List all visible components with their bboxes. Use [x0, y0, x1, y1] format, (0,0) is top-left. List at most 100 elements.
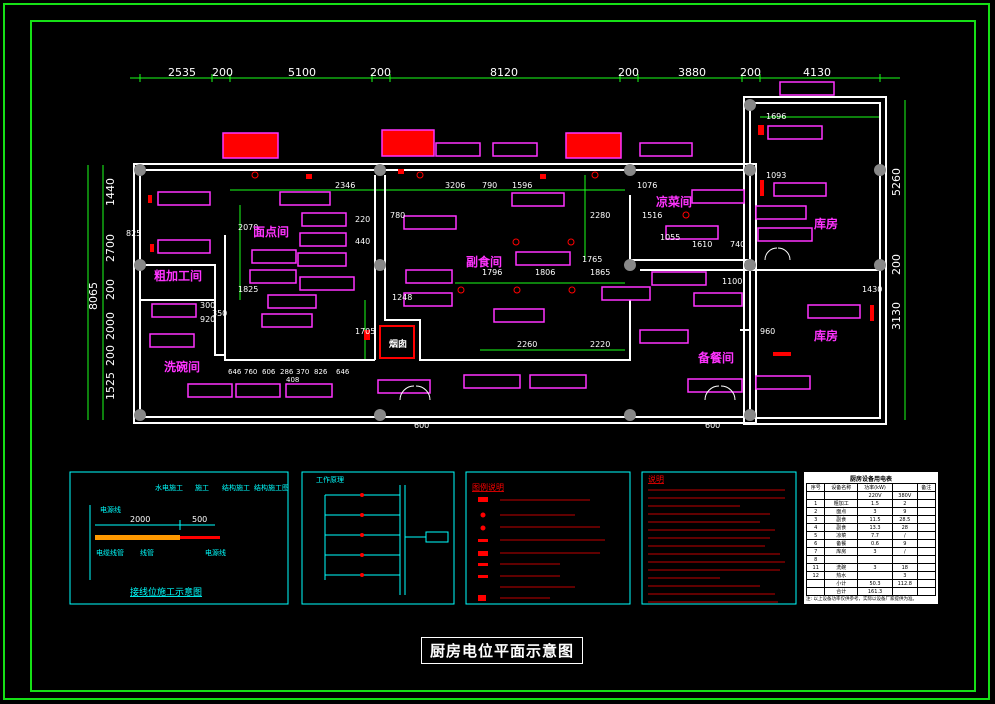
table-cell: 副食: [824, 523, 858, 532]
bottom-dim: 606: [262, 368, 276, 376]
table-subheader-cell: [806, 491, 826, 500]
table-cell: 2: [806, 507, 826, 516]
room-cold-dishes: 凉菜间: [656, 194, 692, 209]
table-cell: 2: [892, 499, 918, 508]
p2-heading: 工作原理: [316, 475, 344, 484]
dim-top-8: 200: [740, 66, 761, 79]
outer-wall-storage-outline: [743, 96, 887, 425]
door-dim-2: 600: [705, 421, 720, 430]
table-cell: 161.3: [856, 587, 894, 596]
bottom-dim: 286: [280, 368, 294, 376]
interior-dim: 220: [355, 215, 370, 224]
table-row: 6 备餐 0.6 9: [806, 539, 936, 548]
table-cell: [916, 531, 936, 540]
table-cell: [856, 555, 894, 564]
table-cell: [916, 539, 936, 548]
interior-dim: 790: [482, 181, 497, 190]
interior-dim: 780: [390, 211, 405, 220]
interior-dim: 1825: [238, 285, 258, 294]
table-cell: [806, 587, 826, 596]
drawing-title: 厨房电位平面示意图: [421, 637, 584, 664]
p1-note-3: 线管: [140, 548, 154, 557]
table-cell: 1.5: [856, 499, 894, 508]
p1-dim-b: 500: [192, 515, 207, 524]
dim-left-2: 2700: [104, 234, 117, 262]
bottom-dim: 826: [314, 368, 328, 376]
table-cell: 7: [806, 547, 826, 556]
table-row: 3 副食 11.5 28.5: [806, 515, 936, 524]
table-cell: [892, 587, 918, 596]
table-subheader-cell: 220V: [856, 491, 894, 500]
table-cell: 面点: [824, 507, 858, 516]
table-subheader-cell: 380V: [892, 491, 918, 500]
table-cell: 3: [856, 547, 894, 556]
interior-dim: 960: [760, 327, 775, 336]
room-serving: 备餐间: [697, 350, 734, 365]
table-row: 8: [806, 555, 936, 564]
table-cell: 副食: [824, 515, 858, 524]
table-subheader-cell: [824, 491, 858, 500]
table-cell: 洗碗: [824, 563, 858, 572]
interior-dim: 1806: [535, 268, 555, 277]
table-cell: 库房: [824, 547, 858, 556]
table-cell: [916, 515, 936, 524]
p1-label-3: 结构施工: [222, 483, 250, 492]
table-header-cell: [892, 483, 918, 492]
interior-dim: 1055: [660, 233, 680, 242]
table-cell: 9: [892, 539, 918, 548]
table-cell: [916, 579, 936, 588]
p4-heading: 说明: [648, 474, 664, 484]
bottom-dim: 760: [244, 368, 257, 376]
interior-dim: 1248: [392, 293, 412, 302]
p1-label-2: 施工: [195, 483, 209, 492]
table-cell: 小计: [824, 579, 858, 588]
dim-right-3: 3130: [890, 302, 903, 330]
p1-note-2: 电缆线管: [96, 548, 124, 557]
room-main-kitchen: 副食间: [466, 254, 502, 269]
dim-top-3: 5100: [288, 66, 316, 79]
table-cell: 8: [806, 555, 826, 564]
room-pastry: 面点间: [253, 224, 289, 239]
table-cell: 凉菜: [824, 531, 858, 540]
table-cell: 28.5: [892, 515, 918, 524]
interior-dim: 1696: [766, 112, 786, 121]
room-storage-2: 库房: [814, 328, 838, 343]
table-cell: 3: [856, 563, 894, 572]
table-cell: /: [892, 547, 918, 556]
table-cell: 28: [892, 523, 918, 532]
table-row: 4 副食 13.3 28: [806, 523, 936, 532]
p1-dim-a: 2000: [130, 515, 150, 524]
dim-top-6: 200: [618, 66, 639, 79]
interior-dim: 1596: [512, 181, 532, 190]
interior-dim: 2346: [335, 181, 355, 190]
table-cell: 粗加工: [824, 499, 858, 508]
table-header-cell: 序号: [806, 483, 826, 492]
table-row: 12 热水 3: [806, 571, 936, 580]
table-cell: [916, 571, 936, 580]
table-cell: 备餐: [824, 539, 858, 548]
interior-dim: 2220: [590, 340, 610, 349]
room-rough-prep: 粗加工间: [154, 268, 202, 283]
table-cell: [916, 523, 936, 532]
table-header-cell: 设备名称: [824, 483, 858, 492]
dim-top-4: 200: [370, 66, 391, 79]
table-row: 1 粗加工 1.5 2: [806, 499, 936, 508]
table-cell: 50.3: [856, 579, 894, 588]
dim-top-2: 200: [212, 66, 233, 79]
interior-dim: 1100: [722, 277, 742, 286]
table-cell: [916, 587, 936, 596]
table-cell: 5: [806, 531, 826, 540]
table-cell: 0.6: [856, 539, 894, 548]
power-table-grid: 序号 设备名称 功率(kW) 备注 220V 380V 1 粗加工 1.5 2 2 面点 3 9 3 副食 11…: [806, 483, 936, 596]
p1-label-1: 水电施工: [155, 483, 183, 492]
dim-top-9: 4130: [803, 66, 831, 79]
interior-dim: 1430: [862, 285, 882, 294]
interior-dim: 1705: [355, 327, 375, 336]
bottom-dim: 646: [336, 368, 350, 376]
p1-caption: 接线位施工示意图: [130, 586, 202, 598]
room-chimney: 烟囱: [389, 338, 407, 350]
table-cell: 6: [806, 539, 826, 548]
table-cell: 11.5: [856, 515, 894, 524]
dim-top-1: 2535: [168, 66, 196, 79]
dim-left-3: 200: [104, 279, 117, 300]
